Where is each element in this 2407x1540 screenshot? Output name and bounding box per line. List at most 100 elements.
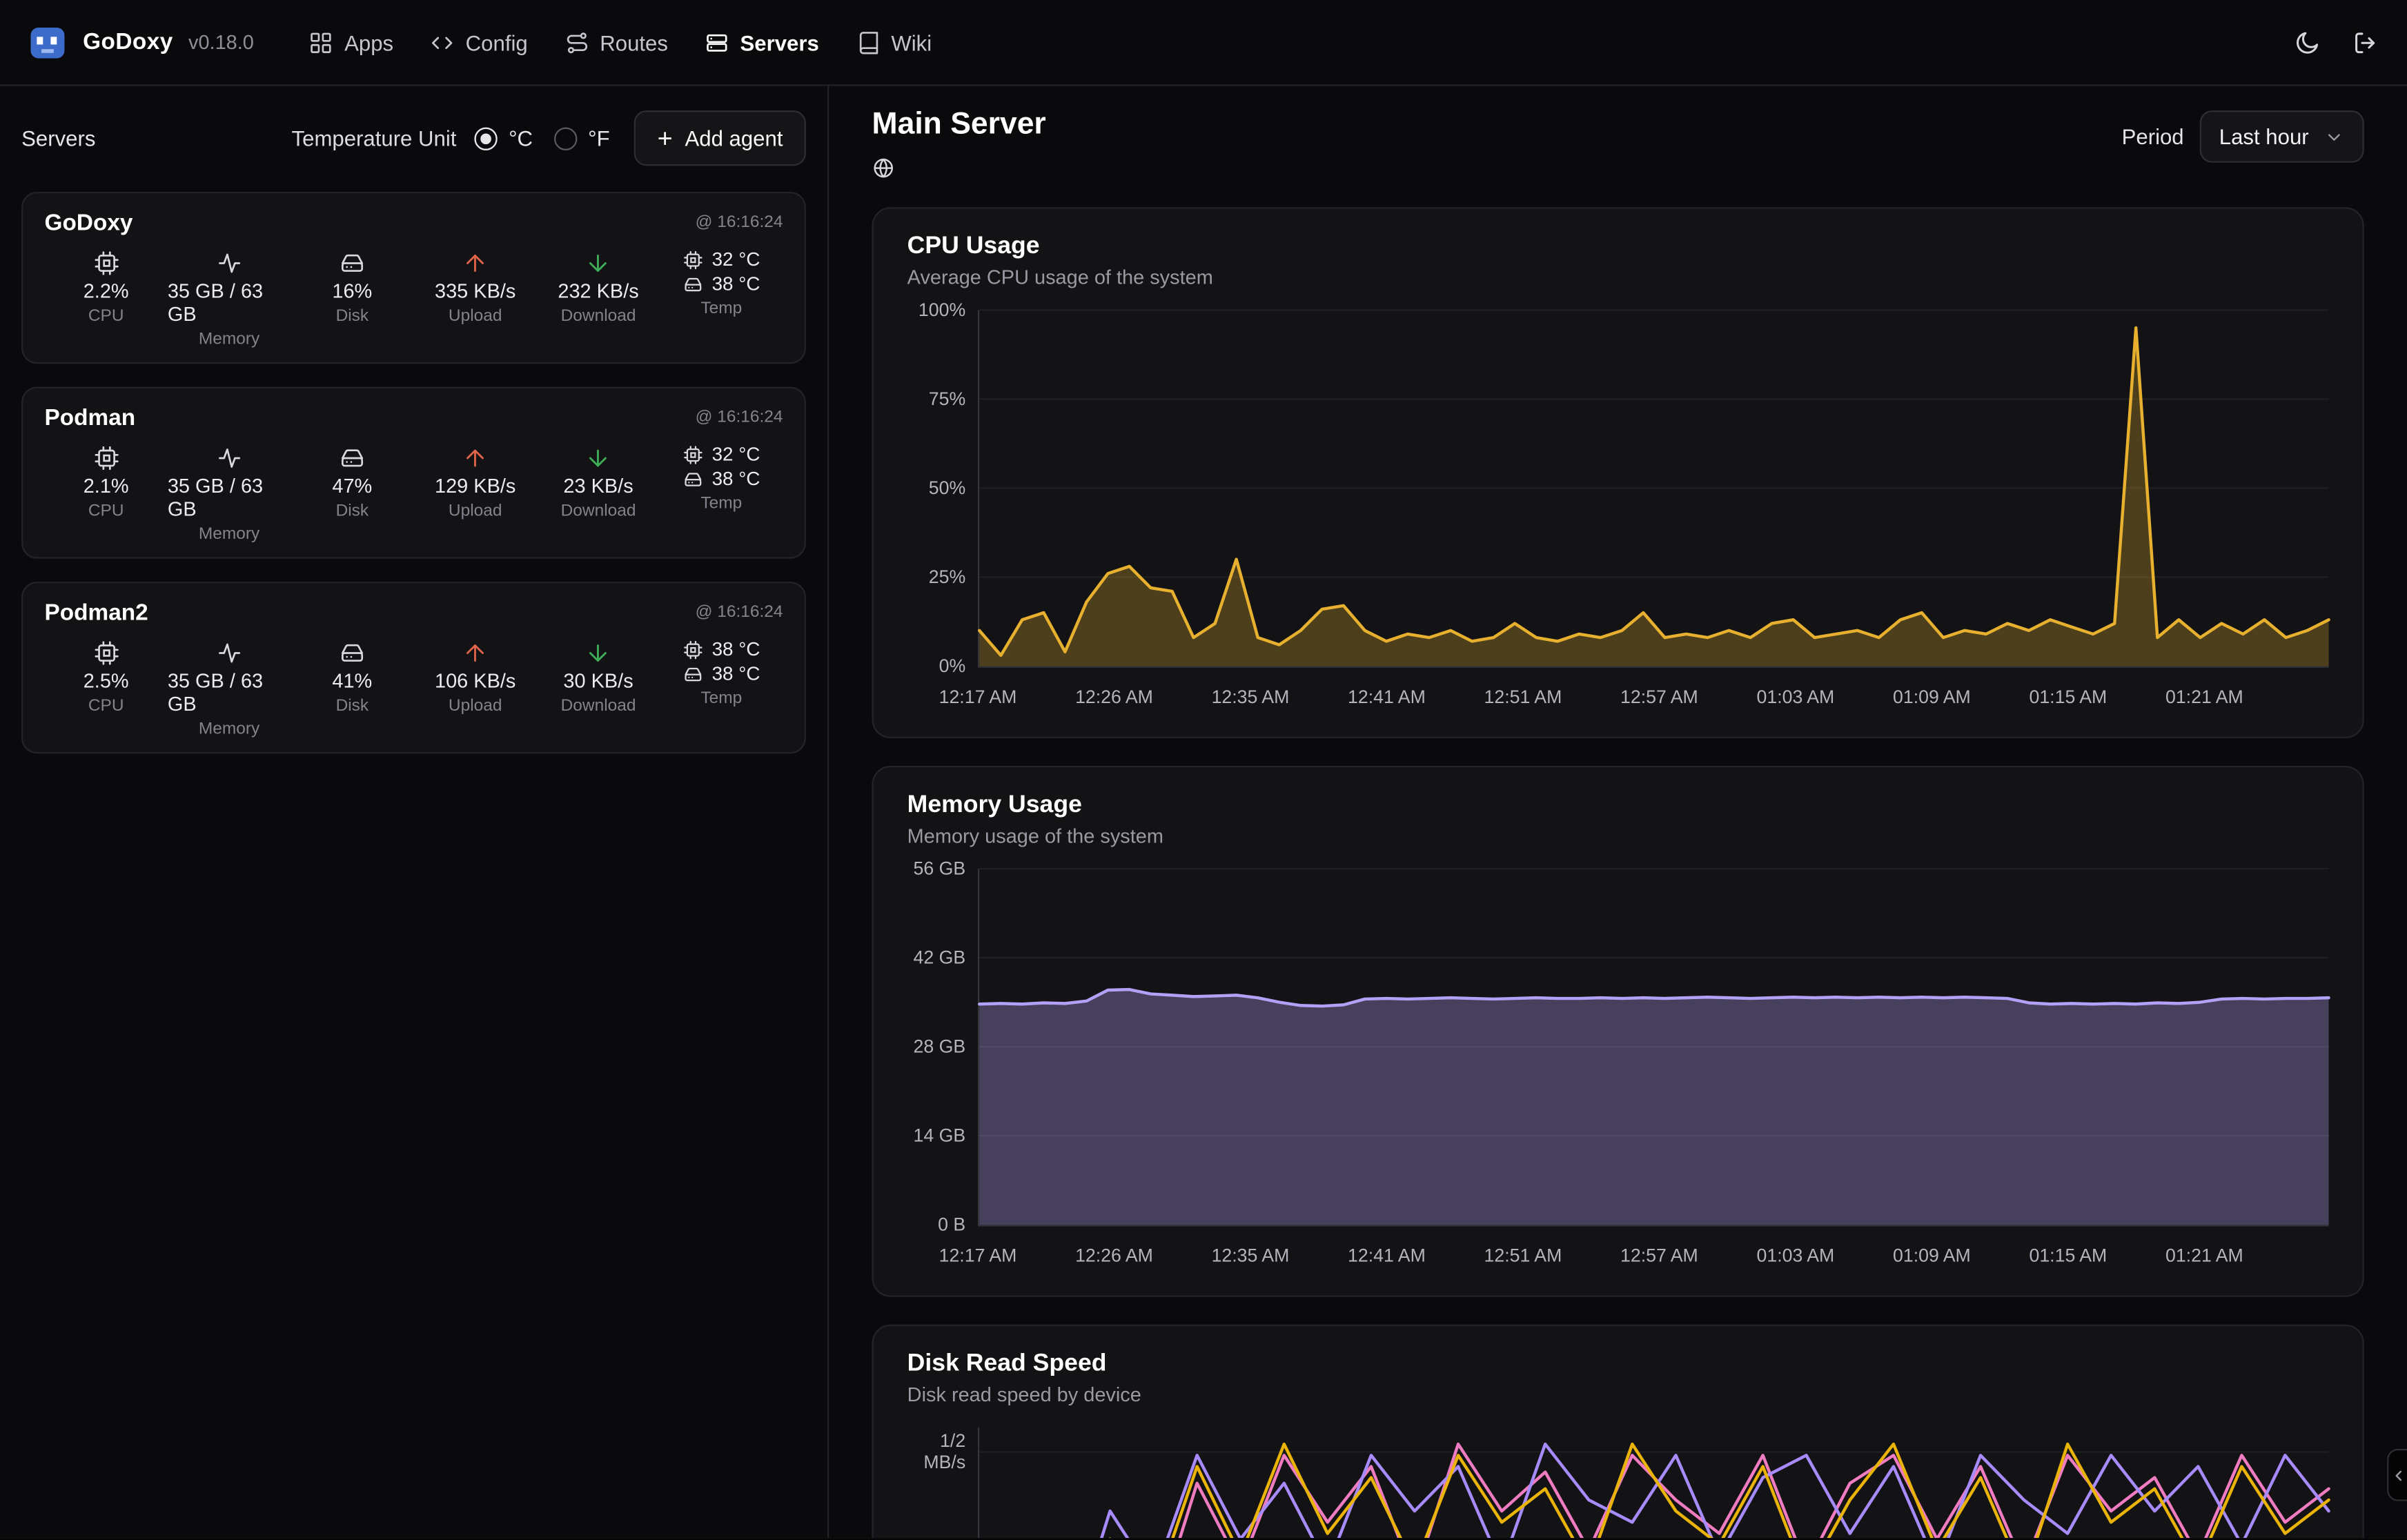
server-card-podman2[interactable]: Podman2 @ 16:16:24 2.5% CPU 35 GB / 63 G…	[21, 582, 806, 753]
disk-temp-value: 38 °C	[712, 468, 760, 489]
arrow-down-icon	[585, 248, 611, 276]
memory-value: 35 GB / 63 GB	[168, 474, 291, 520]
server-stats: 2.1% CPU 35 GB / 63 GB Memory 47% Disk	[45, 444, 783, 544]
x-tick-label: 01:03 AM	[1757, 1245, 1835, 1266]
disk-stat: 41% Disk	[291, 638, 413, 738]
version-label: v0.18.0	[188, 30, 254, 53]
server-stats: 2.5% CPU 35 GB / 63 GB Memory 41% Disk	[45, 638, 783, 738]
memory-stat: 35 GB / 63 GB Memory	[168, 248, 291, 348]
upload-value: 106 KB/s	[435, 669, 515, 692]
download-stat: 232 KB/s Download	[537, 248, 660, 348]
download-value: 30 KB/s	[563, 669, 633, 692]
disk-temp-value: 38 °C	[712, 273, 760, 295]
celsius-radio[interactable]: °C	[475, 126, 533, 150]
memory-label: Memory	[199, 330, 259, 348]
server-card-podman[interactable]: Podman @ 16:16:24 2.1% CPU 35 GB / 63 GB…	[21, 387, 806, 559]
servers-sidebar: Servers Temperature Unit °C °F + Add age…	[0, 86, 829, 1538]
x-tick-label: 12:17 AM	[939, 1245, 1017, 1266]
y-tick-label: 1/2 MB/s	[907, 1430, 966, 1474]
disk-stat: 16% Disk	[291, 248, 413, 348]
download-value: 232 KB/s	[558, 279, 638, 302]
y-tick-label: 14 GB	[907, 1125, 966, 1147]
x-tick-label: 12:26 AM	[1075, 686, 1153, 707]
x-tick-label: 12:51 AM	[1484, 686, 1562, 707]
main-nav: Apps Config Routes	[309, 30, 932, 55]
server-updated-time: @ 16:16:24	[696, 603, 783, 622]
hard-drive-icon	[682, 664, 703, 684]
nav-item-apps[interactable]: Apps	[309, 30, 393, 55]
cpu-stat: 2.1% CPU	[45, 444, 168, 544]
cpu-temp-value: 38 °C	[712, 638, 760, 660]
temp-stat: 38 °C 38 °C Temp	[660, 638, 783, 738]
sidebar-title: Servers	[21, 126, 95, 150]
cpu-label: CPU	[88, 307, 124, 326]
x-tick-label: 01:15 AM	[2029, 1245, 2107, 1266]
memory-usage-card: Memory Usage Memory usage of the system …	[872, 766, 2364, 1297]
disk-temp-value: 38 °C	[712, 663, 760, 684]
logout-icon[interactable]	[2352, 28, 2379, 56]
arrow-up-icon	[462, 638, 489, 666]
brand-name: GoDoxy	[83, 29, 173, 55]
nav-item-routes[interactable]: Routes	[564, 30, 668, 55]
cpu-icon	[93, 638, 119, 666]
x-tick-label: 12:26 AM	[1075, 1245, 1153, 1266]
y-tick-label: 56 GB	[907, 858, 966, 880]
cpu-stat: 2.5% CPU	[45, 638, 168, 738]
radio-unselected-icon	[554, 127, 577, 150]
x-tick-label: 01:21 AM	[2165, 686, 2243, 707]
celsius-label: °C	[509, 126, 533, 150]
server-card-godoxy[interactable]: GoDoxy @ 16:16:24 2.2% CPU 35 GB / 63 GB…	[21, 192, 806, 364]
godoxy-logo[interactable]	[28, 22, 68, 62]
upload-stat: 335 KB/s Upload	[414, 248, 537, 348]
route-icon	[564, 30, 589, 55]
download-stat: 23 KB/s Download	[537, 444, 660, 544]
disk-stat: 47% Disk	[291, 444, 413, 544]
theme-toggle-moon-icon[interactable]	[2293, 28, 2321, 56]
godoxy-logo-icon	[29, 23, 66, 60]
nav-item-servers[interactable]: Servers	[705, 30, 818, 55]
sidebar-collapse-handle[interactable]	[2387, 1449, 2407, 1501]
nav-item-config[interactable]: Config	[431, 30, 528, 55]
hard-drive-icon	[682, 469, 703, 489]
hard-drive-icon	[339, 248, 365, 276]
memory-label: Memory	[199, 720, 259, 738]
x-tick-label: 12:41 AM	[1348, 1245, 1426, 1266]
x-tick-label: 12:35 AM	[1212, 686, 1290, 707]
grid-icon	[309, 30, 334, 55]
server-name: GoDoxy	[45, 210, 133, 237]
main-header: Main Server Period Last hour	[872, 108, 2364, 180]
upload-stat: 129 KB/s Upload	[414, 444, 537, 544]
server-updated-time: @ 16:16:24	[696, 213, 783, 232]
download-label: Download	[561, 502, 636, 520]
add-agent-button[interactable]: + Add agent	[634, 110, 806, 166]
upload-label: Upload	[449, 502, 502, 520]
upload-label: Upload	[449, 307, 502, 326]
fahrenheit-radio[interactable]: °F	[554, 126, 609, 150]
period-select[interactable]: Last hour	[2199, 110, 2364, 163]
nav-item-wiki[interactable]: Wiki	[856, 30, 932, 55]
y-tick-label: 0%	[907, 655, 966, 677]
y-tick-label: 0 B	[907, 1214, 966, 1236]
disk-value: 16%	[332, 279, 372, 302]
y-tick-label: 75%	[907, 388, 966, 410]
memory-label: Memory	[199, 525, 259, 544]
nav-item-label: Apps	[344, 30, 393, 55]
x-tick-label: 12:57 AM	[1620, 686, 1698, 707]
sidebar-header: Servers Temperature Unit °C °F + Add age…	[21, 108, 806, 169]
x-tick-label: 01:09 AM	[1893, 1245, 1971, 1266]
y-tick-label: 100%	[907, 299, 966, 321]
upload-value: 129 KB/s	[435, 474, 515, 497]
download-label: Download	[561, 307, 636, 326]
cpu-usage-card: CPU Usage Average CPU usage of the syste…	[872, 207, 2364, 738]
x-tick-label: 01:09 AM	[1893, 686, 1971, 707]
chart-subtitle: Disk read speed by device	[907, 1383, 2329, 1405]
cpu-chart-y-axis: 100%75%50%25%0%	[907, 310, 978, 667]
memory-chart-plot	[978, 869, 2329, 1226]
x-tick-label: 12:57 AM	[1620, 1245, 1698, 1266]
x-tick-label: 12:35 AM	[1212, 1245, 1290, 1266]
globe-icon[interactable]	[872, 157, 1046, 179]
cpu-value: 2.5%	[83, 669, 129, 692]
cpu-stat: 2.2% CPU	[45, 248, 168, 348]
server-stack-icon	[705, 30, 729, 55]
memory-stat: 35 GB / 63 GB Memory	[168, 638, 291, 738]
